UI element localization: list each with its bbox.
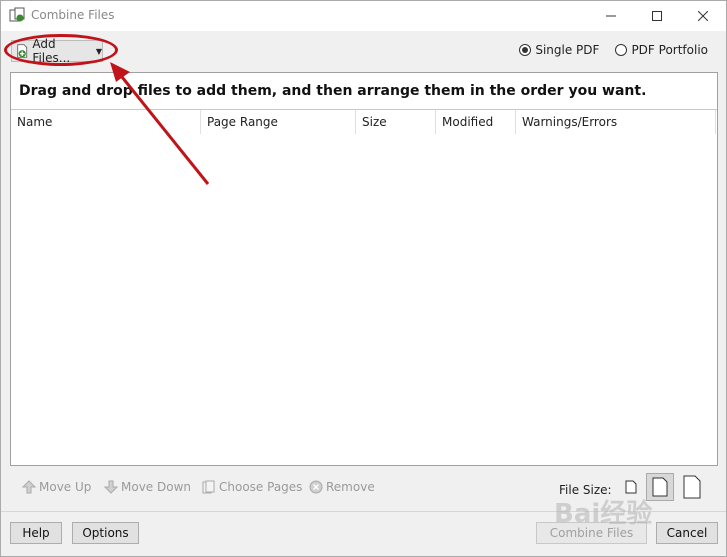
column-separator — [715, 110, 716, 134]
output-type-group: Single PDF PDF Portfolio — [519, 43, 708, 57]
instruction-text: Drag and drop files to add them, and the… — [19, 83, 647, 99]
choose-pages-label: Choose Pages — [219, 480, 303, 494]
column-header-name[interactable]: Name — [17, 115, 52, 129]
file-size-large-button[interactable] — [678, 473, 706, 501]
window-title: Combine Files — [31, 8, 115, 22]
move-down-label: Move Down — [121, 480, 191, 494]
column-separator — [355, 110, 356, 134]
file-size-default-button[interactable] — [646, 473, 674, 501]
combine-files-button[interactable]: Combine Files — [536, 522, 647, 544]
column-separator — [435, 110, 436, 134]
move-up-label: Move Up — [39, 480, 92, 494]
add-file-icon — [17, 44, 28, 58]
radio-selected-icon — [519, 44, 532, 56]
remove-label: Remove — [326, 480, 375, 494]
column-headers: Name Page Range Size Modified Warnings/E… — [11, 110, 717, 134]
file-drop-panel[interactable]: Drag and drop files to add them, and the… — [10, 72, 718, 466]
small-page-icon — [625, 480, 637, 494]
pdf-portfolio-radio[interactable]: PDF Portfolio — [615, 43, 708, 57]
toolbar: Add Files... ▼ Single PDF PDF Portfolio — [1, 37, 726, 67]
close-icon — [698, 11, 708, 21]
column-separator — [515, 110, 516, 134]
arrow-down-icon — [104, 480, 118, 494]
minimize-button[interactable] — [588, 1, 634, 31]
combine-files-window: Combine Files Add Files... ▼ Single PDF — [0, 0, 727, 557]
close-button[interactable] — [680, 1, 726, 31]
combine-files-app-icon — [9, 7, 25, 22]
radio-unselected-icon — [615, 44, 628, 56]
chevron-down-icon: ▼ — [95, 46, 102, 56]
add-files-button[interactable]: Add Files... ▼ — [11, 37, 103, 65]
arrow-up-icon — [22, 480, 36, 494]
options-button[interactable]: Options — [72, 522, 139, 544]
column-header-page-range[interactable]: Page Range — [207, 115, 278, 129]
file-size-label: File Size: — [559, 483, 612, 497]
move-down-button[interactable]: Move Down — [104, 480, 191, 494]
file-list[interactable] — [11, 134, 717, 465]
add-files-label: Add Files... — [32, 37, 71, 65]
single-pdf-label: Single PDF — [535, 43, 600, 57]
cancel-button[interactable]: Cancel — [656, 522, 718, 544]
action-bar: Move Up Move Down Choose Pages Remove Fi… — [10, 471, 718, 507]
pdf-portfolio-label: PDF Portfolio — [631, 43, 708, 57]
column-header-modified[interactable]: Modified — [442, 115, 493, 129]
medium-page-icon — [652, 477, 668, 497]
maximize-button[interactable] — [634, 1, 680, 31]
help-button[interactable]: Help — [10, 522, 62, 544]
column-header-warnings[interactable]: Warnings/Errors — [522, 115, 617, 129]
move-up-button[interactable]: Move Up — [22, 480, 91, 494]
column-separator — [200, 110, 201, 134]
file-size-small-button[interactable] — [617, 473, 645, 501]
minimize-icon — [606, 15, 616, 17]
column-header-size[interactable]: Size — [362, 115, 387, 129]
large-page-icon — [683, 475, 701, 499]
single-pdf-radio[interactable]: Single PDF — [519, 43, 599, 57]
divider — [1, 511, 726, 512]
maximize-icon — [652, 11, 662, 21]
remove-icon — [309, 480, 323, 494]
title-bar: Combine Files — [1, 1, 726, 31]
pages-icon — [202, 480, 215, 494]
remove-button[interactable]: Remove — [309, 480, 375, 494]
choose-pages-button[interactable]: Choose Pages — [202, 480, 302, 494]
